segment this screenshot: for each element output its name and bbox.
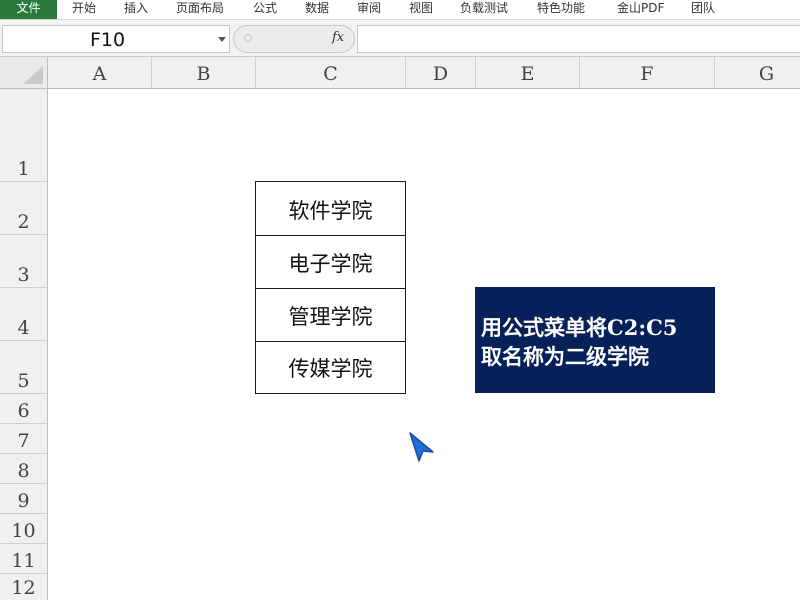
row-number: 2 xyxy=(17,211,30,233)
note-line-1: 用公式菜单将C2:C5 xyxy=(481,315,678,340)
tab-view[interactable]: 视图 xyxy=(409,0,433,19)
chevron-down-icon[interactable] xyxy=(218,37,226,42)
row-number: 6 xyxy=(17,400,30,422)
column-header-g[interactable]: G xyxy=(715,57,800,88)
row-header-2[interactable]: 2 xyxy=(0,182,48,235)
formula-input[interactable] xyxy=(357,25,800,53)
select-all-button[interactable] xyxy=(0,57,48,88)
column-header-a[interactable]: A xyxy=(48,57,152,88)
row-header-4[interactable]: 4 xyxy=(0,288,48,341)
cell-c2[interactable]: 软件学院 xyxy=(255,181,406,236)
tab-team[interactable]: 团队 xyxy=(691,0,715,19)
row-header-6[interactable]: 6 xyxy=(0,394,48,424)
tab-insert[interactable]: 插入 xyxy=(124,0,148,19)
cell-c4[interactable]: 管理学院 xyxy=(255,288,406,342)
mouse-cursor-icon xyxy=(409,432,434,462)
name-box-value: F10 xyxy=(90,29,126,51)
row-number: 4 xyxy=(17,317,30,339)
instruction-note: 用公式菜单将C2:C5 取名称为二级学院 xyxy=(475,287,715,393)
row-number: 5 xyxy=(17,370,30,392)
row-number: 3 xyxy=(17,264,30,286)
tab-kingsoft-pdf[interactable]: 金山PDF xyxy=(617,0,664,19)
row-header-12[interactable]: 12 xyxy=(0,574,48,600)
column-header-c[interactable]: C xyxy=(256,57,406,88)
note-line-2: 取名称为二级学院 xyxy=(481,344,649,369)
tab-review[interactable]: 审阅 xyxy=(357,0,381,19)
column-header-f[interactable]: F xyxy=(580,57,715,88)
tab-data[interactable]: 数据 xyxy=(305,0,329,19)
row-header-1[interactable]: 1 xyxy=(0,89,48,182)
column-header-b[interactable]: B xyxy=(152,57,256,88)
row-number: 10 xyxy=(11,520,36,542)
row-header-8[interactable]: 8 xyxy=(0,454,48,484)
tab-load-test[interactable]: 负载测试 xyxy=(460,0,508,19)
select-all-icon xyxy=(23,66,43,84)
cell-c3[interactable]: 电子学院 xyxy=(255,235,406,289)
row-header-3[interactable]: 3 xyxy=(0,235,48,288)
formula-bar: F10 fx xyxy=(0,20,800,57)
row-number: 9 xyxy=(17,490,30,512)
row-header-11[interactable]: 11 xyxy=(0,544,48,574)
tab-formulas[interactable]: 公式 xyxy=(253,0,277,19)
tab-page-layout[interactable]: 页面布局 xyxy=(176,0,224,19)
row-header-5[interactable]: 5 xyxy=(0,341,48,394)
row-header-9[interactable]: 9 xyxy=(0,484,48,514)
column-header-d[interactable]: D xyxy=(406,57,476,88)
row-number: 11 xyxy=(11,550,36,572)
column-header-row: A B C D E F G xyxy=(0,57,800,89)
column-header-e[interactable]: E xyxy=(476,57,580,88)
row-number: 1 xyxy=(17,158,30,180)
ribbon-tab-bar: 文件 开始 插入 页面布局 公式 数据 审阅 视图 负载测试 特色功能 金山PD… xyxy=(0,0,800,20)
tab-special-features[interactable]: 特色功能 xyxy=(537,0,585,19)
cell-c5[interactable]: 传媒学院 xyxy=(255,341,406,394)
row-number: 7 xyxy=(17,430,30,452)
function-controls: fx xyxy=(233,25,355,53)
tab-file[interactable]: 文件 xyxy=(0,0,57,19)
row-header-10[interactable]: 10 xyxy=(0,514,48,544)
row-header-7[interactable]: 7 xyxy=(0,424,48,454)
name-box[interactable]: F10 xyxy=(2,25,230,53)
resize-handle-icon[interactable] xyxy=(244,34,252,42)
row-number: 12 xyxy=(11,577,36,599)
insert-function-button[interactable]: fx xyxy=(332,30,344,45)
row-number: 8 xyxy=(17,460,30,482)
tab-home[interactable]: 开始 xyxy=(72,0,96,19)
